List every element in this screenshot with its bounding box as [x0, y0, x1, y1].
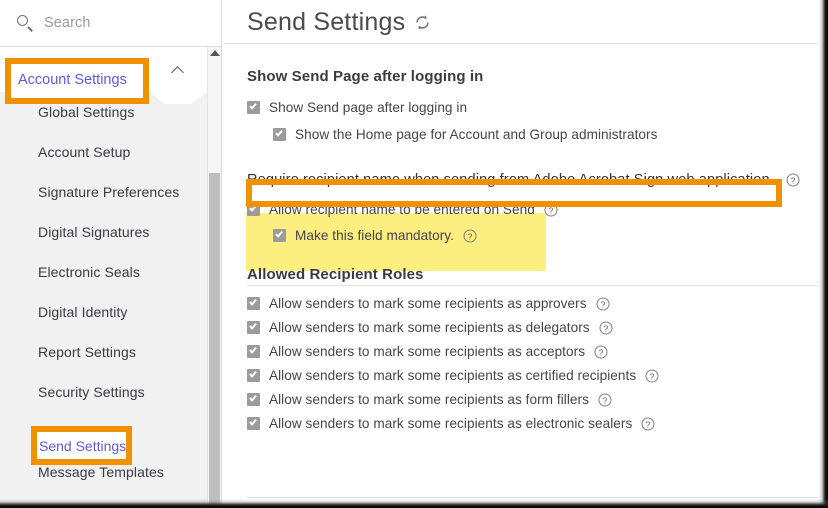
section-title: Require recipient name when sending from…: [247, 172, 770, 188]
option-row[interactable]: Allow senders to mark some recipients as…: [247, 344, 818, 359]
window-right-edge: [818, 0, 828, 508]
sidebar-item-label: Security Settings: [38, 384, 145, 400]
help-icon[interactable]: ?: [598, 393, 612, 407]
section-title: Show Send Page after logging in: [247, 68, 484, 85]
svg-text:?: ?: [603, 395, 608, 405]
help-icon[interactable]: ?: [645, 369, 659, 383]
option-row[interactable]: Show Send page after logging in: [247, 100, 818, 115]
help-icon[interactable]: ?: [594, 345, 608, 359]
section-show-send-page: Show Send Page after logging in Show Sen…: [223, 68, 818, 142]
sidebar-item-digital-signatures[interactable]: Digital Signatures: [0, 212, 208, 252]
option-row[interactable]: Allow senders to mark some recipients as…: [247, 320, 818, 335]
help-icon[interactable]: ?: [463, 229, 477, 243]
roles-option-list: Allow senders to mark some recipients as…: [247, 296, 818, 431]
sidebar-item-security-settings[interactable]: Security Settings: [0, 372, 208, 412]
sidebar-scrollbar[interactable]: [207, 47, 221, 508]
help-icon[interactable]: ?: [544, 203, 558, 217]
checkbox[interactable]: [247, 203, 260, 216]
search-input-placeholder[interactable]: Search: [44, 15, 91, 31]
section-title-row: Require recipient name when sending from…: [247, 172, 818, 188]
help-icon[interactable]: ?: [786, 173, 800, 187]
checkbox[interactable]: [247, 297, 260, 310]
checkbox[interactable]: [273, 128, 286, 141]
sidebar-item-account-setup[interactable]: Account Setup: [0, 132, 208, 172]
section-allowed-recipient-roles: Allowed Recipient Roles Allow senders to…: [223, 266, 818, 431]
checkbox[interactable]: [247, 321, 260, 334]
option-label: Allow senders to mark some recipients as…: [269, 392, 589, 407]
sidebar-item-signature-preferences[interactable]: Signature Preferences: [0, 172, 208, 212]
svg-text:?: ?: [646, 419, 651, 429]
option-row[interactable]: Allow recipient name to be entered on Se…: [247, 202, 818, 217]
sidebar-item-label: Account Setup: [38, 144, 131, 160]
sidebar-item-label: Digital Signatures: [38, 224, 150, 240]
search-icon: [16, 14, 34, 32]
svg-text:?: ?: [548, 205, 553, 215]
sidebar-item-report-settings[interactable]: Report Settings: [0, 332, 208, 372]
sidebar-item-label: Electronic Seals: [38, 264, 140, 280]
svg-text:?: ?: [468, 231, 473, 241]
checkbox[interactable]: [247, 369, 260, 382]
settings-window: Search Account Settings Global Settings A…: [0, 0, 828, 508]
option-row[interactable]: Make this field mandatory. ?: [273, 228, 818, 243]
callout-account-settings-label[interactable]: Account Settings: [18, 72, 127, 88]
option-row[interactable]: Allow senders to mark some recipients as…: [247, 392, 818, 407]
scroll-up-arrow-icon[interactable]: [210, 50, 220, 56]
option-label: Allow senders to mark some recipients as…: [269, 368, 637, 383]
sidebar-item-label: Message Templates: [38, 464, 164, 480]
svg-text:?: ?: [600, 299, 605, 309]
option-label: Make this field mandatory.: [295, 228, 454, 243]
option-label: Allow senders to mark some recipients as…: [269, 344, 586, 359]
section-require-recipient-name: Require recipient name when sending from…: [223, 172, 818, 243]
page-header: Send Settings: [223, 0, 818, 36]
svg-text:?: ?: [599, 347, 604, 357]
option-label: Allow senders to mark some recipients as…: [269, 416, 633, 431]
search-box[interactable]: Search: [0, 0, 221, 47]
sidebar-item-label: Report Settings: [38, 344, 136, 360]
header-divider: [223, 43, 818, 44]
svg-text:?: ?: [790, 175, 795, 185]
scrollbar-thumb[interactable]: [209, 173, 220, 508]
page-title: Send Settings: [247, 8, 406, 36]
sidebar-item-label: Signature Preferences: [38, 184, 180, 200]
help-icon[interactable]: ?: [641, 417, 655, 431]
option-row[interactable]: Allow senders to mark some recipients as…: [247, 416, 818, 431]
option-label: Show Send page after logging in: [269, 100, 468, 115]
checkbox[interactable]: [273, 229, 286, 242]
help-icon[interactable]: ?: [596, 297, 610, 311]
option-row[interactable]: Show the Home page for Account and Group…: [273, 127, 818, 142]
chevron-up-icon[interactable]: [172, 63, 186, 77]
option-row[interactable]: Allow senders to mark some recipients as…: [247, 296, 818, 311]
option-label: Allow recipient name to be entered on Se…: [269, 202, 535, 217]
checkbox[interactable]: [247, 417, 260, 430]
option-label: Show the Home page for Account and Group…: [295, 127, 658, 142]
svg-text:?: ?: [603, 323, 608, 333]
help-icon[interactable]: ?: [599, 321, 613, 335]
checkbox[interactable]: [247, 101, 260, 114]
option-row[interactable]: Allow senders to mark some recipients as…: [247, 368, 818, 383]
checkbox[interactable]: [247, 393, 260, 406]
svg-text:?: ?: [650, 371, 655, 381]
option-label: Allow senders to mark some recipients as…: [269, 320, 590, 335]
sidebar-item-digital-identity[interactable]: Digital Identity: [0, 292, 208, 332]
content-bottom-divider: [247, 497, 818, 498]
main-content: Send Settings Show Send Page after loggi…: [223, 0, 818, 508]
sidebar-item-label: Global Settings: [38, 104, 135, 120]
checkbox[interactable]: [247, 345, 260, 358]
callout-send-settings-label[interactable]: Send Settings: [39, 438, 126, 454]
refresh-icon[interactable]: [414, 14, 431, 31]
section-title: Allowed Recipient Roles: [247, 266, 424, 283]
sidebar-item-label: Digital Identity: [38, 304, 128, 320]
sidebar-item-electronic-seals[interactable]: Electronic Seals: [0, 252, 208, 292]
option-label: Allow senders to mark some recipients as…: [269, 296, 587, 311]
